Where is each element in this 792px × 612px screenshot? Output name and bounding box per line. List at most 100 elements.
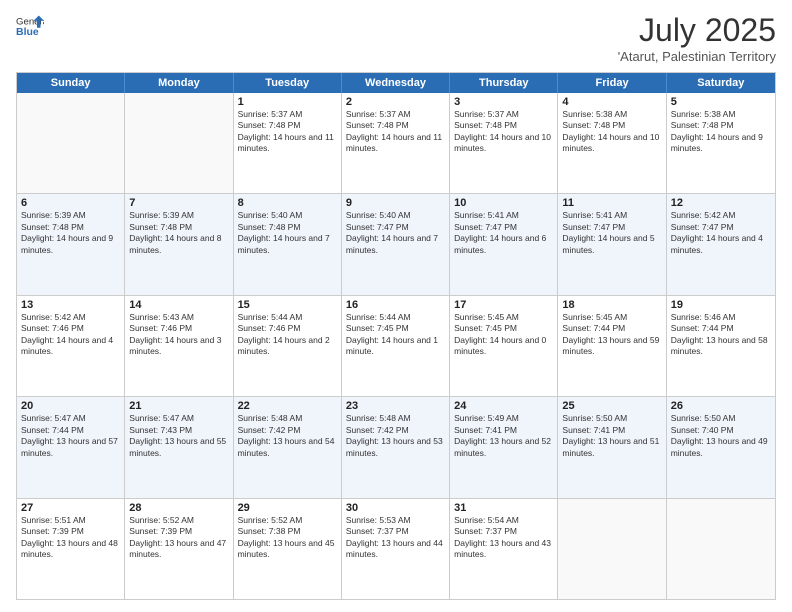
empty-cell (667, 499, 775, 599)
day-number-28: 28 (129, 502, 228, 514)
calendar: Sunday Monday Tuesday Wednesday Thursday… (16, 72, 776, 600)
day-number-14: 14 (129, 299, 228, 311)
cell-info-12: Sunrise: 5:42 AM Sunset: 7:47 PM Dayligh… (671, 210, 771, 256)
day-cell-12: 12Sunrise: 5:42 AM Sunset: 7:47 PM Dayli… (667, 194, 775, 294)
day-number-26: 26 (671, 400, 771, 412)
month-title: July 2025 (618, 12, 776, 49)
week-row-5: 27Sunrise: 5:51 AM Sunset: 7:39 PM Dayli… (17, 498, 775, 599)
day-cell-29: 29Sunrise: 5:52 AM Sunset: 7:38 PM Dayli… (234, 499, 342, 599)
day-number-3: 3 (454, 96, 553, 108)
header-sunday: Sunday (17, 73, 125, 93)
cell-info-20: Sunrise: 5:47 AM Sunset: 7:44 PM Dayligh… (21, 413, 120, 459)
day-cell-2: 2Sunrise: 5:37 AM Sunset: 7:48 PM Daylig… (342, 93, 450, 193)
cell-info-2: Sunrise: 5:37 AM Sunset: 7:48 PM Dayligh… (346, 109, 445, 155)
day-cell-14: 14Sunrise: 5:43 AM Sunset: 7:46 PM Dayli… (125, 296, 233, 396)
logo-icon: General Blue (16, 12, 44, 40)
cell-info-5: Sunrise: 5:38 AM Sunset: 7:48 PM Dayligh… (671, 109, 771, 155)
day-cell-11: 11Sunrise: 5:41 AM Sunset: 7:47 PM Dayli… (558, 194, 666, 294)
week-row-1: 1Sunrise: 5:37 AM Sunset: 7:48 PM Daylig… (17, 93, 775, 193)
day-cell-16: 16Sunrise: 5:44 AM Sunset: 7:45 PM Dayli… (342, 296, 450, 396)
cell-info-28: Sunrise: 5:52 AM Sunset: 7:39 PM Dayligh… (129, 515, 228, 561)
day-number-23: 23 (346, 400, 445, 412)
cell-info-10: Sunrise: 5:41 AM Sunset: 7:47 PM Dayligh… (454, 210, 553, 256)
day-number-11: 11 (562, 197, 661, 209)
cell-info-4: Sunrise: 5:38 AM Sunset: 7:48 PM Dayligh… (562, 109, 661, 155)
day-number-8: 8 (238, 197, 337, 209)
header: General Blue July 2025 'Atarut, Palestin… (16, 12, 776, 64)
day-cell-31: 31Sunrise: 5:54 AM Sunset: 7:37 PM Dayli… (450, 499, 558, 599)
day-cell-4: 4Sunrise: 5:38 AM Sunset: 7:48 PM Daylig… (558, 93, 666, 193)
day-cell-19: 19Sunrise: 5:46 AM Sunset: 7:44 PM Dayli… (667, 296, 775, 396)
day-cell-21: 21Sunrise: 5:47 AM Sunset: 7:43 PM Dayli… (125, 397, 233, 497)
day-cell-10: 10Sunrise: 5:41 AM Sunset: 7:47 PM Dayli… (450, 194, 558, 294)
day-number-4: 4 (562, 96, 661, 108)
header-wednesday: Wednesday (342, 73, 450, 93)
title-block: July 2025 'Atarut, Palestinian Territory (618, 12, 776, 64)
calendar-header: Sunday Monday Tuesday Wednesday Thursday… (17, 73, 775, 93)
cell-info-30: Sunrise: 5:53 AM Sunset: 7:37 PM Dayligh… (346, 515, 445, 561)
day-cell-17: 17Sunrise: 5:45 AM Sunset: 7:45 PM Dayli… (450, 296, 558, 396)
day-number-6: 6 (21, 197, 120, 209)
day-number-19: 19 (671, 299, 771, 311)
day-number-27: 27 (21, 502, 120, 514)
day-number-12: 12 (671, 197, 771, 209)
cell-info-18: Sunrise: 5:45 AM Sunset: 7:44 PM Dayligh… (562, 312, 661, 358)
day-cell-13: 13Sunrise: 5:42 AM Sunset: 7:46 PM Dayli… (17, 296, 125, 396)
header-monday: Monday (125, 73, 233, 93)
cell-info-21: Sunrise: 5:47 AM Sunset: 7:43 PM Dayligh… (129, 413, 228, 459)
day-cell-3: 3Sunrise: 5:37 AM Sunset: 7:48 PM Daylig… (450, 93, 558, 193)
day-cell-7: 7Sunrise: 5:39 AM Sunset: 7:48 PM Daylig… (125, 194, 233, 294)
header-saturday: Saturday (667, 73, 775, 93)
header-thursday: Thursday (450, 73, 558, 93)
day-number-5: 5 (671, 96, 771, 108)
cell-info-15: Sunrise: 5:44 AM Sunset: 7:46 PM Dayligh… (238, 312, 337, 358)
cell-info-14: Sunrise: 5:43 AM Sunset: 7:46 PM Dayligh… (129, 312, 228, 358)
day-number-21: 21 (129, 400, 228, 412)
empty-cell (17, 93, 125, 193)
day-number-9: 9 (346, 197, 445, 209)
cell-info-11: Sunrise: 5:41 AM Sunset: 7:47 PM Dayligh… (562, 210, 661, 256)
cell-info-31: Sunrise: 5:54 AM Sunset: 7:37 PM Dayligh… (454, 515, 553, 561)
day-number-30: 30 (346, 502, 445, 514)
cell-info-29: Sunrise: 5:52 AM Sunset: 7:38 PM Dayligh… (238, 515, 337, 561)
week-row-4: 20Sunrise: 5:47 AM Sunset: 7:44 PM Dayli… (17, 396, 775, 497)
day-cell-30: 30Sunrise: 5:53 AM Sunset: 7:37 PM Dayli… (342, 499, 450, 599)
day-number-13: 13 (21, 299, 120, 311)
week-row-3: 13Sunrise: 5:42 AM Sunset: 7:46 PM Dayli… (17, 295, 775, 396)
cell-info-17: Sunrise: 5:45 AM Sunset: 7:45 PM Dayligh… (454, 312, 553, 358)
day-cell-8: 8Sunrise: 5:40 AM Sunset: 7:48 PM Daylig… (234, 194, 342, 294)
day-number-24: 24 (454, 400, 553, 412)
page: General Blue July 2025 'Atarut, Palestin… (0, 0, 792, 612)
day-cell-5: 5Sunrise: 5:38 AM Sunset: 7:48 PM Daylig… (667, 93, 775, 193)
header-friday: Friday (558, 73, 666, 93)
day-number-22: 22 (238, 400, 337, 412)
cell-info-7: Sunrise: 5:39 AM Sunset: 7:48 PM Dayligh… (129, 210, 228, 256)
cell-info-26: Sunrise: 5:50 AM Sunset: 7:40 PM Dayligh… (671, 413, 771, 459)
header-tuesday: Tuesday (234, 73, 342, 93)
cell-info-8: Sunrise: 5:40 AM Sunset: 7:48 PM Dayligh… (238, 210, 337, 256)
day-cell-23: 23Sunrise: 5:48 AM Sunset: 7:42 PM Dayli… (342, 397, 450, 497)
cell-info-27: Sunrise: 5:51 AM Sunset: 7:39 PM Dayligh… (21, 515, 120, 561)
day-cell-26: 26Sunrise: 5:50 AM Sunset: 7:40 PM Dayli… (667, 397, 775, 497)
day-number-1: 1 (238, 96, 337, 108)
day-number-29: 29 (238, 502, 337, 514)
svg-text:Blue: Blue (16, 26, 39, 38)
day-number-16: 16 (346, 299, 445, 311)
day-number-25: 25 (562, 400, 661, 412)
cell-info-9: Sunrise: 5:40 AM Sunset: 7:47 PM Dayligh… (346, 210, 445, 256)
day-cell-20: 20Sunrise: 5:47 AM Sunset: 7:44 PM Dayli… (17, 397, 125, 497)
day-number-2: 2 (346, 96, 445, 108)
cell-info-19: Sunrise: 5:46 AM Sunset: 7:44 PM Dayligh… (671, 312, 771, 358)
day-cell-25: 25Sunrise: 5:50 AM Sunset: 7:41 PM Dayli… (558, 397, 666, 497)
day-cell-15: 15Sunrise: 5:44 AM Sunset: 7:46 PM Dayli… (234, 296, 342, 396)
cell-info-6: Sunrise: 5:39 AM Sunset: 7:48 PM Dayligh… (21, 210, 120, 256)
day-number-20: 20 (21, 400, 120, 412)
cell-info-13: Sunrise: 5:42 AM Sunset: 7:46 PM Dayligh… (21, 312, 120, 358)
cell-info-23: Sunrise: 5:48 AM Sunset: 7:42 PM Dayligh… (346, 413, 445, 459)
day-cell-9: 9Sunrise: 5:40 AM Sunset: 7:47 PM Daylig… (342, 194, 450, 294)
cell-info-1: Sunrise: 5:37 AM Sunset: 7:48 PM Dayligh… (238, 109, 337, 155)
empty-cell (558, 499, 666, 599)
day-cell-22: 22Sunrise: 5:48 AM Sunset: 7:42 PM Dayli… (234, 397, 342, 497)
day-number-15: 15 (238, 299, 337, 311)
day-cell-28: 28Sunrise: 5:52 AM Sunset: 7:39 PM Dayli… (125, 499, 233, 599)
